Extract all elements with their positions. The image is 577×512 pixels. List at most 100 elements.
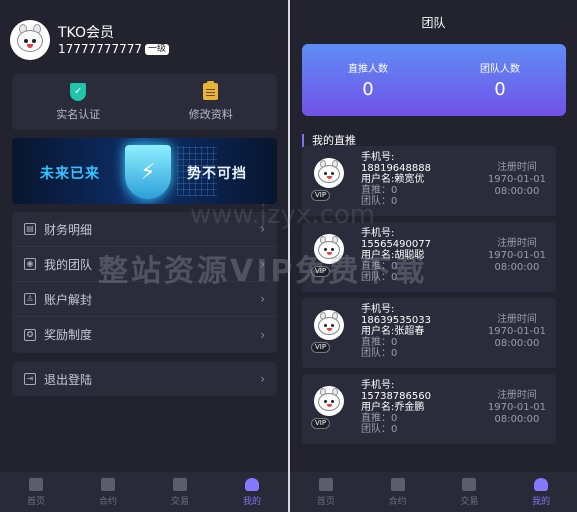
tab-contract[interactable]: 合约 bbox=[72, 472, 144, 512]
lightning-shield-icon: ⚡ bbox=[125, 145, 171, 199]
rabbit-face-icon bbox=[318, 317, 340, 335]
contract-icon bbox=[390, 477, 405, 491]
direct-count-stat: 直推人数 0 bbox=[302, 44, 434, 116]
logout-card: ⇥ 退出登陆 › bbox=[12, 362, 277, 396]
home-icon bbox=[318, 477, 333, 491]
member-info: 手机号: 15738786560 用户名:乔金鹏 直推：0 团队：0 bbox=[361, 380, 431, 435]
member-team: 团队：0 bbox=[361, 424, 398, 435]
logout-button[interactable]: ⇥ 退出登陆 › bbox=[12, 362, 277, 396]
register-time: 注册时间 1970-01-01 08:00:00 bbox=[488, 390, 546, 426]
register-time: 注册时间 1970-01-01 08:00:00 bbox=[488, 238, 546, 274]
rabbit-face-icon bbox=[318, 393, 340, 411]
profile-screen: TKO会员 17777777777 一级 ✓ 实名认证 修改资料 未来已来 ⚡ … bbox=[0, 0, 288, 512]
tab-label: 首页 bbox=[316, 496, 335, 507]
member-info: 手机号: 15565490077 用户名:胡聪聪 直推：0 团队：0 bbox=[361, 228, 431, 283]
team-screen: 团队 直推人数 0 团队人数 0 我的直推 VIP 手机号: 188196488… bbox=[290, 0, 577, 512]
member-avatar bbox=[314, 310, 344, 340]
avatar[interactable] bbox=[10, 20, 50, 60]
member-direct: 直推：0 bbox=[361, 261, 398, 272]
member-direct: 直推：0 bbox=[361, 185, 398, 196]
quick-action-label: 修改资料 bbox=[188, 107, 233, 121]
member-direct: 直推：0 bbox=[361, 413, 398, 424]
logout-icon: ⇥ bbox=[24, 373, 36, 385]
team-stats-card: 直推人数 0 团队人数 0 bbox=[302, 44, 566, 116]
member-card[interactable]: VIP 手机号: 15565490077 用户名:胡聪聪 直推：0 团队：0 注… bbox=[302, 222, 556, 292]
username-row: 用户名:赖宽优 bbox=[361, 174, 431, 185]
level-badge: 一级 bbox=[144, 43, 169, 55]
chevron-right-icon: › bbox=[260, 257, 265, 271]
vip-badge: VIP bbox=[311, 418, 331, 429]
team-icon: ◉ bbox=[24, 258, 36, 270]
profile-phone: 17777777777 bbox=[58, 42, 142, 56]
username-label: 用户名: bbox=[361, 250, 395, 261]
member-phone: 18639535033 bbox=[361, 315, 431, 326]
member-card[interactable]: VIP 手机号: 15738786560 用户名:乔金鹏 直推：0 团队：0 注… bbox=[302, 374, 556, 444]
register-time: 注册时间 1970-01-01 08:00:00 bbox=[488, 314, 546, 350]
chevron-right-icon: › bbox=[260, 327, 265, 342]
promo-banner[interactable]: 未来已来 ⚡ 势不可挡 bbox=[12, 138, 277, 204]
shield-icon: ✓ bbox=[69, 82, 87, 101]
user-icon bbox=[534, 477, 549, 491]
member-username: 乔金鹏 bbox=[394, 402, 425, 413]
tab-trade[interactable]: 交易 bbox=[434, 472, 506, 512]
tab-trade[interactable]: 交易 bbox=[144, 472, 216, 512]
register-time-label: 注册时间 bbox=[496, 390, 537, 401]
phone-label: 手机号: bbox=[361, 304, 395, 315]
vip-badge: VIP bbox=[311, 266, 331, 277]
member-team: 团队：0 bbox=[361, 196, 398, 207]
tab-mine[interactable]: 我的 bbox=[216, 472, 288, 512]
chart-icon: ▤ bbox=[24, 223, 36, 235]
banner-text-right: 势不可挡 bbox=[187, 166, 247, 182]
register-time-label: 注册时间 bbox=[496, 162, 537, 173]
bottom-tab-bar: 首页 合约 交易 我的 bbox=[0, 472, 288, 512]
tab-mine[interactable]: 我的 bbox=[505, 472, 577, 512]
register-clock: 08:00:00 bbox=[494, 338, 540, 349]
member-username: 赖宽优 bbox=[394, 174, 425, 185]
member-card[interactable]: VIP 手机号: 18819648888 用户名:赖宽优 直推：0 团队：0 注… bbox=[302, 146, 556, 216]
user-icon bbox=[245, 477, 259, 491]
member-info: 手机号: 18639535033 用户名:张超春 直推：0 团队：0 bbox=[361, 304, 431, 359]
phone-label: 手机号: bbox=[361, 380, 395, 391]
member-card[interactable]: VIP 手机号: 18639535033 用户名:张超春 直推：0 团队：0 注… bbox=[302, 298, 556, 368]
username-label: 用户名: bbox=[361, 326, 395, 337]
member-info: 手机号: 18819648888 用户名:赖宽优 直推：0 团队：0 bbox=[361, 152, 431, 207]
tab-contract[interactable]: 合约 bbox=[362, 472, 434, 512]
member-phone: 18819648888 bbox=[361, 163, 431, 174]
vip-badge: VIP bbox=[311, 342, 331, 353]
register-date: 1970-01-01 bbox=[487, 174, 546, 185]
register-date: 1970-01-01 bbox=[487, 250, 546, 261]
user-icon: ♙ bbox=[24, 293, 36, 305]
contract-icon bbox=[101, 477, 115, 491]
register-date: 1970-01-01 bbox=[487, 402, 546, 413]
username-row: 用户名:张超春 bbox=[361, 326, 431, 337]
banner-text-left: 未来已来 bbox=[40, 166, 100, 182]
app-screens: TKO会员 17777777777 一级 ✓ 实名认证 修改资料 未来已来 ⚡ … bbox=[0, 0, 577, 512]
tab-home[interactable]: 首页 bbox=[0, 472, 72, 512]
register-date: 1970-01-01 bbox=[487, 326, 546, 337]
trade-icon bbox=[173, 477, 187, 491]
member-username: 胡聪聪 bbox=[394, 250, 425, 261]
tab-home[interactable]: 首页 bbox=[290, 472, 362, 512]
register-time: 注册时间 1970-01-01 08:00:00 bbox=[488, 162, 546, 198]
member-avatar bbox=[314, 158, 344, 188]
stat-label: 团队人数 bbox=[480, 64, 520, 75]
rabbit-face-icon bbox=[17, 30, 43, 52]
phone-label: 手机号: bbox=[361, 152, 395, 163]
menu-item-label: 奖励制度 bbox=[44, 328, 93, 342]
member-phone: 15738786560 bbox=[361, 391, 431, 402]
chevron-right-icon: › bbox=[260, 222, 265, 236]
menu-item-label: 我的团队 bbox=[44, 257, 93, 272]
menu-item-unfreeze[interactable]: ♙ 账户解封 › bbox=[12, 282, 277, 317]
register-time-label: 注册时间 bbox=[496, 238, 537, 249]
settings-menu: ▤ 财务明细 › ◉ 我的团队 › ♙ 账户解封 › ✪ 奖励制度 › bbox=[12, 212, 277, 353]
team-count-stat: 团队人数 0 bbox=[434, 44, 566, 116]
real-name-auth-button[interactable]: ✓ 实名认证 bbox=[12, 74, 145, 130]
username-label: 用户名: bbox=[361, 174, 395, 185]
menu-item-team[interactable]: ◉ 我的团队 › bbox=[12, 247, 277, 282]
tab-label: 交易 bbox=[170, 496, 189, 507]
menu-item-finance[interactable]: ▤ 财务明细 › bbox=[12, 212, 277, 247]
edit-profile-button[interactable]: 修改资料 bbox=[145, 74, 278, 130]
stat-label: 直推人数 bbox=[348, 64, 388, 75]
profile-phone-row: 17777777777 一级 bbox=[58, 42, 169, 56]
menu-item-rewards[interactable]: ✪ 奖励制度 › bbox=[12, 317, 277, 352]
